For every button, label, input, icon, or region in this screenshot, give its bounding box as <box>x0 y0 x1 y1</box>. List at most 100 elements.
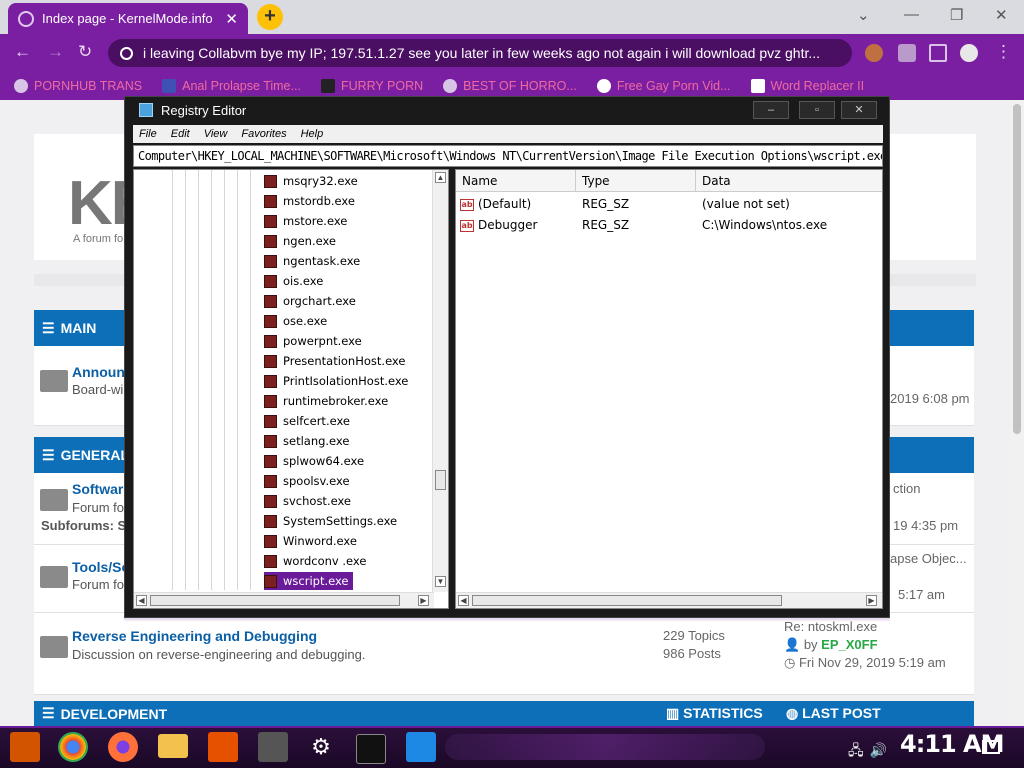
bookmark-item[interactable]: FURRY PORN <box>320 79 423 93</box>
bookmark-item[interactable]: PORNHUB TRANS <box>14 79 142 93</box>
last-post-author: 👤 by EP_X0FF <box>784 637 878 653</box>
value-type: REG_SZ <box>582 218 630 232</box>
tree-node[interactable]: runtimebroker.exe <box>264 392 388 410</box>
tab-search-icon[interactable]: ⌄ <box>857 6 870 24</box>
scroll-left-arrow[interactable]: ◀ <box>136 595 147 606</box>
tree-vscroll[interactable]: ▲ ▼ <box>432 170 448 592</box>
address-text: i leaving Collabvm bye my IP; 197.51.1.2… <box>143 45 821 61</box>
tree-vscroll-thumb[interactable] <box>435 470 446 490</box>
tree-hscroll-thumb[interactable] <box>150 595 400 606</box>
column-name[interactable]: Name <box>456 170 576 192</box>
system-tray[interactable]: 🖧🔊 <box>848 740 893 764</box>
column-data[interactable]: Data <box>696 170 882 192</box>
tree-node[interactable]: SystemSettings.exe <box>264 512 397 530</box>
close-button[interactable]: ✕ <box>995 6 1008 24</box>
close-button[interactable]: ✕ <box>841 101 877 119</box>
column-type[interactable]: Type <box>576 170 696 192</box>
scroll-right-arrow[interactable]: ▶ <box>866 595 877 606</box>
forum-link[interactable]: Software <box>72 481 131 497</box>
tree-node[interactable]: ose.exe <box>264 312 327 330</box>
values-pane[interactable]: Name Type Data ab (Default) REG_SZ (value… <box>455 169 883 609</box>
registry-key-icon <box>264 194 277 208</box>
minimize-button[interactable]: – <box>753 101 789 119</box>
tree-node[interactable]: ois.exe <box>264 272 323 290</box>
tree-node[interactable]: mstordb.exe <box>264 192 355 210</box>
forum-link[interactable]: Reverse Engineering and Debugging <box>72 628 317 644</box>
menu-view[interactable]: View <box>204 128 228 140</box>
scroll-right-arrow[interactable]: ▶ <box>418 595 429 606</box>
key-tree-pane[interactable]: msqry32.exe mstordb.exe mstore.exe ngen.exe… <box>133 169 449 609</box>
scroll-down-arrow[interactable]: ▼ <box>435 576 446 587</box>
tree-hscroll[interactable]: ◀ ▶ <box>134 592 434 608</box>
terminal-icon[interactable] <box>356 734 386 764</box>
browser-tab[interactable]: Index page - KernelMode.info ✕ <box>8 3 248 34</box>
extension-avatar-icon[interactable] <box>865 44 883 62</box>
tree-node[interactable]: mstore.exe <box>264 212 347 230</box>
reload-icon[interactable]: ↻ <box>78 42 92 62</box>
restore-button[interactable]: ❐ <box>950 6 963 24</box>
forward-icon[interactable]: → <box>47 42 64 62</box>
menu-favorites[interactable]: Favorites <box>241 128 286 140</box>
folder-icon <box>40 370 68 392</box>
tree-node[interactable]: powerpnt.exe <box>264 332 362 350</box>
bookmark-item[interactable]: Word Replacer II <box>750 79 864 93</box>
bookmark-item[interactable]: BEST OF HORRO... <box>443 79 577 93</box>
firefox-icon[interactable] <box>108 732 138 762</box>
back-icon[interactable]: ← <box>14 42 31 62</box>
minimize-button[interactable]: — <box>904 6 919 23</box>
scroll-left-arrow[interactable]: ◀ <box>458 595 469 606</box>
last-post-title[interactable]: apse Objec... <box>890 551 967 566</box>
tree-node[interactable]: Winword.exe <box>264 532 357 550</box>
tree-node[interactable]: selfcert.exe <box>264 412 350 430</box>
profile-icon[interactable] <box>960 44 978 62</box>
registry-address-bar[interactable]: Computer\HKEY_LOCAL_MACHINE\SOFTWARE\Mic… <box>133 145 883 167</box>
tree-node[interactable]: PrintIsolationHost.exe <box>264 372 408 390</box>
values-hscroll-thumb[interactable] <box>472 595 782 606</box>
forum-link[interactable]: Announ <box>72 364 125 380</box>
tree-node[interactable]: ngen.exe <box>264 232 336 250</box>
by-label: by <box>803 637 818 652</box>
page-scroll-thumb[interactable] <box>1013 104 1021 434</box>
tree-node[interactable]: setlang.exe <box>264 432 349 450</box>
notifications-icon[interactable] <box>982 740 1000 754</box>
subforums-label: Subforums: S <box>41 518 127 533</box>
chrome-icon[interactable] <box>58 732 88 762</box>
search-icon[interactable] <box>208 732 238 762</box>
forum-desc: Discussion on reverse-engineering and de… <box>72 647 366 662</box>
tree-node[interactable]: spoolsv.exe <box>264 472 350 490</box>
values-hscroll[interactable]: ◀ ▶ <box>456 592 882 608</box>
start-button-icon[interactable] <box>10 732 40 762</box>
maximize-button[interactable]: ▫ <box>799 101 835 119</box>
value-row[interactable]: ab (Default) REG_SZ (value not set) <box>456 194 882 214</box>
last-post-title[interactable]: ction <box>893 481 920 496</box>
bookmark-item[interactable]: Free Gay Porn Vid... <box>596 79 731 93</box>
username-link[interactable]: EP_X0FF <box>821 637 877 652</box>
forum-link[interactable]: Tools/So <box>72 559 130 575</box>
tree-node[interactable]: svchost.exe <box>264 492 351 510</box>
registry-key-icon <box>264 574 277 588</box>
bookmark-item[interactable]: Anal Prolapse Time... <box>162 79 301 93</box>
menu-file[interactable]: File <box>139 128 157 140</box>
tree-node[interactable]: orgchart.exe <box>264 292 356 310</box>
extensions-puzzle-icon[interactable] <box>898 44 916 62</box>
tree-node[interactable]: ngentask.exe <box>264 252 360 270</box>
settings-gear-icon[interactable]: ⚙ <box>306 734 336 764</box>
menu-help[interactable]: Help <box>301 128 324 140</box>
regedit-taskbar-icon[interactable] <box>406 732 436 762</box>
tree-node[interactable]: PresentationHost.exe <box>264 352 405 370</box>
file-explorer-icon[interactable] <box>158 734 188 758</box>
tree-node[interactable]: wscript.exe <box>264 572 353 590</box>
menu-icon[interactable]: ⋮ <box>995 42 1012 62</box>
sidepanel-icon[interactable] <box>929 44 947 62</box>
tree-node[interactable]: splwow64.exe <box>264 452 364 470</box>
new-tab-button[interactable]: + <box>257 4 283 30</box>
tab-close-button[interactable]: ✕ <box>225 10 238 28</box>
category-development[interactable]: ☰ DEVELOPMENT ▥ STATISTICS ◍ LAST POST <box>34 701 974 726</box>
calculator-icon[interactable] <box>258 732 288 762</box>
value-row[interactable]: ab Debugger REG_SZ C:\Windows\ntos.exe <box>456 215 882 235</box>
tree-node[interactable]: wordconv .exe <box>264 552 366 570</box>
menu-edit[interactable]: Edit <box>171 128 190 140</box>
tree-node[interactable]: msqry32.exe <box>264 172 358 190</box>
address-bar[interactable]: i leaving Collabvm bye my IP; 197.51.1.2… <box>108 39 852 67</box>
scroll-up-arrow[interactable]: ▲ <box>435 172 446 183</box>
